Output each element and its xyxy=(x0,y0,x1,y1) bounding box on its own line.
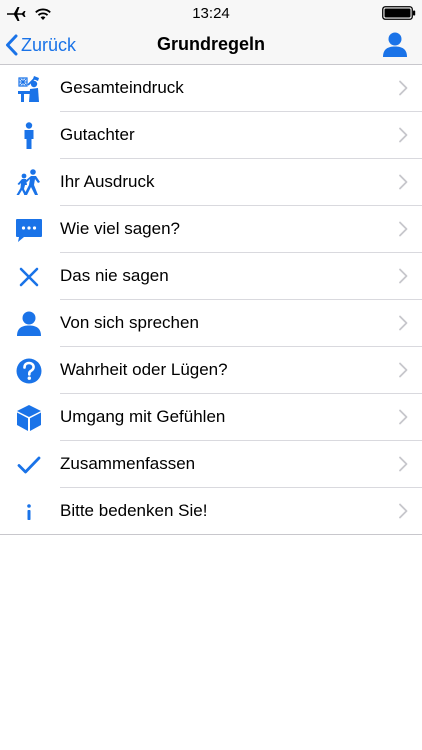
info-icon xyxy=(14,497,44,527)
menu-item-label: Bitte bedenken Sie! xyxy=(60,501,208,520)
cross-icon xyxy=(14,262,44,292)
profile-button[interactable] xyxy=(380,30,410,60)
menu-item-gutachter[interactable]: Gutachter xyxy=(0,112,422,159)
menu-item-zusammenfassen[interactable]: Zusammenfassen xyxy=(0,441,422,488)
menu-item-ihr-ausdruck[interactable]: Ihr Ausdruck xyxy=(0,159,422,206)
menu-item-label: Von sich sprechen xyxy=(60,313,199,332)
chevron-right-icon xyxy=(399,174,408,190)
chevron-right-icon xyxy=(399,503,408,519)
question-circle-icon xyxy=(14,356,44,386)
menu-item-wie-viel-sagen[interactable]: Wie viel sagen? xyxy=(0,206,422,253)
chevron-right-icon xyxy=(399,315,408,331)
menu-item-das-nie-sagen[interactable]: Das nie sagen xyxy=(0,253,422,300)
menu-item-label: Das nie sagen xyxy=(60,266,169,285)
cube-icon xyxy=(14,403,44,433)
chevron-right-icon xyxy=(399,80,408,96)
menu-item-wahrheit-oder-luegen[interactable]: Wahrheit oder Lügen? xyxy=(0,347,422,394)
menu-item-label: Gutachter xyxy=(60,125,135,144)
status-time: 13:24 xyxy=(192,5,230,22)
chevron-right-icon xyxy=(399,362,408,378)
chevron-right-icon xyxy=(399,409,408,425)
menu-item-label: Umgang mit Gefühlen xyxy=(60,407,226,426)
chevron-right-icon xyxy=(399,268,408,284)
menu-item-label: Ihr Ausdruck xyxy=(60,172,155,191)
menu-item-gesamteindruck[interactable]: Gesamteindruck xyxy=(0,65,422,112)
app-screen: 13:24 Zurück Grundregeln Gesamteindruck … xyxy=(0,0,422,750)
menu-item-label: Gesamteindruck xyxy=(60,78,184,97)
checkmark-icon xyxy=(14,450,44,480)
menu-item-umgang-mit-gefuehlen[interactable]: Umgang mit Gefühlen xyxy=(0,394,422,441)
battery-icon xyxy=(382,6,416,20)
chevron-right-icon xyxy=(399,127,408,143)
menu-item-bitte-bedenken-sie[interactable]: Bitte bedenken Sie! xyxy=(0,488,422,535)
rules-menu-list: Gesamteindruck Gutachter Ihr Ausdruck Wi… xyxy=(0,65,422,535)
person-standing-icon xyxy=(14,121,44,151)
menu-item-label: Wahrheit oder Lügen? xyxy=(60,360,228,379)
chevron-right-icon xyxy=(399,456,408,472)
user-profile-icon xyxy=(383,32,407,57)
menu-item-von-sich-sprechen[interactable]: Von sich sprechen xyxy=(0,300,422,347)
page-title: Grundregeln xyxy=(156,34,265,54)
battery-indicator xyxy=(382,6,416,25)
presenter-icon xyxy=(14,74,44,104)
menu-item-label: Wie viel sagen? xyxy=(60,219,181,238)
chevron-right-icon xyxy=(399,221,408,237)
navigation-bar: Zurück Grundregeln xyxy=(0,26,422,65)
status-bar: 13:24 xyxy=(0,0,422,26)
user-icon xyxy=(14,309,44,339)
menu-item-label: Zusammenfassen xyxy=(60,454,196,473)
walking-people-icon xyxy=(14,168,44,198)
speech-bubble-icon xyxy=(14,215,44,245)
